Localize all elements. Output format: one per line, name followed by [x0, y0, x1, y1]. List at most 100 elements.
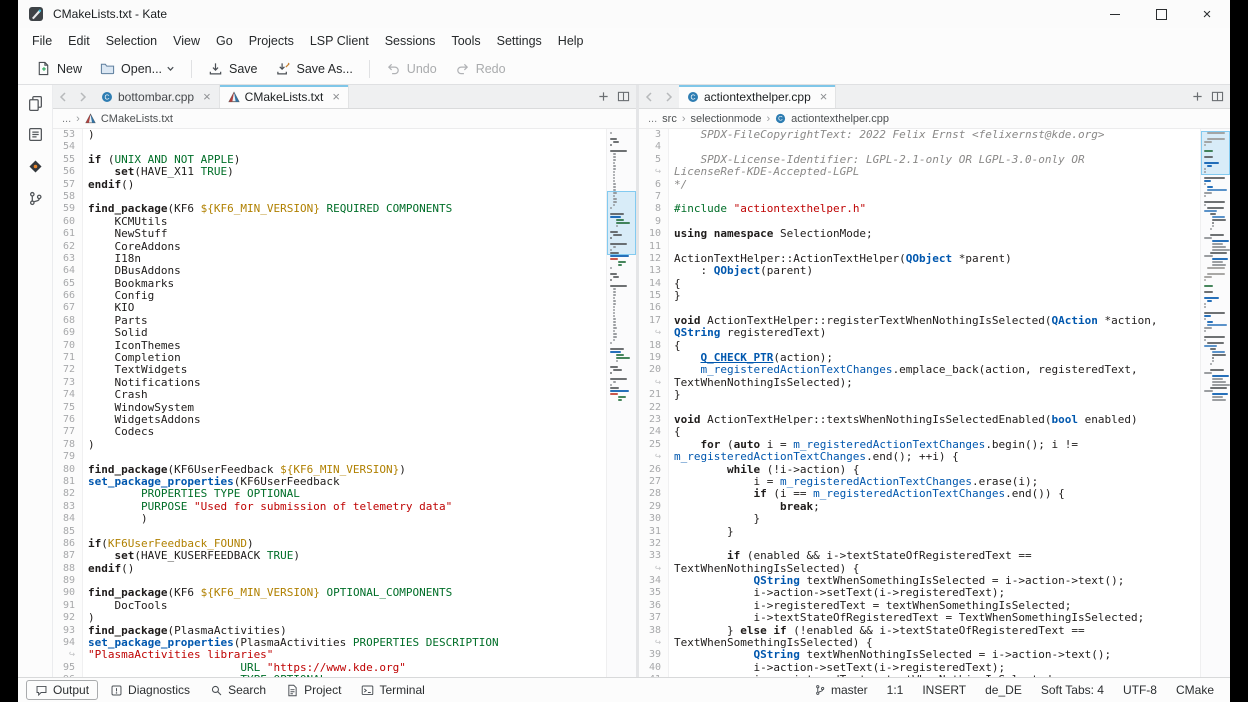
code-line[interactable]: 87 set(HAVE_KUSERFEEDBACK TRUE)	[53, 550, 606, 562]
minimap-line	[610, 378, 627, 380]
code-area-left[interactable]: 53)5455if (UNIX AND NOT APPLE)56 set(HAV…	[53, 129, 606, 677]
code-line[interactable]: 53)	[53, 129, 606, 141]
history-back-icon[interactable]	[639, 85, 659, 108]
menu-selection[interactable]: Selection	[98, 31, 165, 51]
code-line[interactable]: 21}	[639, 389, 1200, 401]
redo-button[interactable]: Redo	[447, 57, 514, 80]
code-line[interactable]: 77 Codecs	[53, 426, 606, 438]
menu-file[interactable]: File	[24, 31, 60, 51]
branch-tool-icon[interactable]	[27, 190, 44, 207]
code-line[interactable]: 13 : QObject(parent)	[639, 265, 1200, 277]
new-button[interactable]: New	[28, 57, 90, 80]
code-line[interactable]: ↪QString registeredText)	[639, 327, 1200, 339]
code-line[interactable]: 31 }	[639, 526, 1200, 538]
undo-button[interactable]: Undo	[378, 57, 445, 80]
editor-right[interactable]: 3 SPDX-FileCopyrightText: 2022 Felix Ern…	[639, 129, 1230, 677]
code-line[interactable]: 78)	[53, 439, 606, 451]
code-line[interactable]: 15}	[639, 290, 1200, 302]
history-forward-icon[interactable]	[659, 85, 679, 108]
code-line[interactable]: 91 DocTools	[53, 600, 606, 612]
code-line[interactable]: ↪TextWhenNothingIsSelected);	[639, 377, 1200, 389]
history-back-icon[interactable]	[53, 85, 73, 108]
terminal-toggle[interactable]: Terminal	[353, 681, 432, 699]
close-tab-icon[interactable]: ×	[332, 90, 340, 103]
minimap-line	[616, 222, 630, 224]
code-line[interactable]: ↪LicenseRef-KDE-Accepted-LGPL	[639, 166, 1200, 178]
minimap-line	[1212, 399, 1226, 401]
minimap-line	[613, 297, 615, 299]
code-line[interactable]: 96 TYPE OPTIONAL	[53, 674, 606, 677]
editor-left[interactable]: 53)5455if (UNIX AND NOT APPLE)56 set(HAV…	[53, 129, 636, 677]
menu-edit[interactable]: Edit	[60, 31, 98, 51]
save-as-button[interactable]: Save As...	[268, 57, 361, 80]
breadcrumb-ellipsis[interactable]: ...	[648, 113, 657, 125]
tab-actiontexthelper-cpp[interactable]: C actiontexthelper.cpp ×	[679, 85, 836, 108]
code-line[interactable]: 14{	[639, 278, 1200, 290]
menu-view[interactable]: View	[165, 31, 208, 51]
documents-icon[interactable]	[27, 95, 44, 112]
menu-tools[interactable]: Tools	[443, 31, 488, 51]
menu-projects[interactable]: Projects	[241, 31, 302, 51]
menu-sessions[interactable]: Sessions	[377, 31, 444, 51]
minimap-line	[610, 210, 634, 212]
code-line[interactable]: 3 SPDX-FileCopyrightText: 2022 Felix Ern…	[639, 129, 1200, 141]
git-icon[interactable]	[26, 157, 45, 176]
close-button[interactable]: ×	[1184, 0, 1230, 28]
code-line[interactable]: 8#include "actiontexthelper.h"	[639, 203, 1200, 215]
code-line[interactable]: 88endif()	[53, 563, 606, 575]
search-toggle[interactable]: Search	[202, 681, 274, 699]
diagnostics-toggle[interactable]: Diagnostics	[102, 681, 198, 699]
breadcrumb-folder[interactable]: src	[662, 113, 677, 125]
close-tab-icon[interactable]: ×	[203, 90, 211, 103]
split-view-icon[interactable]	[617, 91, 630, 102]
line-number: 78	[53, 439, 83, 451]
breadcrumb-file[interactable]: CMakeLists.txt	[101, 113, 173, 125]
output-toggle[interactable]: Output	[26, 680, 98, 700]
minimize-button[interactable]	[1092, 0, 1138, 28]
breadcrumb-folder[interactable]: selectionmode	[691, 113, 762, 125]
highlight-mode[interactable]: CMake	[1176, 683, 1214, 697]
tab-bottombar-cpp[interactable]: C bottombar.cpp ×	[93, 85, 220, 108]
menu-go[interactable]: Go	[208, 31, 241, 51]
maximize-button[interactable]	[1138, 0, 1184, 28]
tab-cmakelists-txt[interactable]: CMakeLists.txt ×	[220, 85, 349, 108]
code-area-right[interactable]: 3 SPDX-FileCopyrightText: 2022 Felix Ern…	[639, 129, 1200, 677]
dictionary[interactable]: de_DE	[985, 683, 1022, 697]
menu-help[interactable]: Help	[550, 31, 592, 51]
new-tab-icon[interactable]	[598, 91, 609, 102]
code-line[interactable]: 57endif()	[53, 179, 606, 191]
breadcrumb-file[interactable]: actiontexthelper.cpp	[791, 113, 889, 125]
new-tab-icon[interactable]	[1192, 91, 1203, 102]
tab-mode[interactable]: Soft Tabs: 4	[1041, 683, 1104, 697]
encoding[interactable]: UTF-8	[1123, 683, 1157, 697]
code-line[interactable]: 84 )	[53, 513, 606, 525]
code-text: }	[669, 389, 681, 401]
minimap-left[interactable]	[606, 129, 636, 677]
split-view-icon[interactable]	[1211, 91, 1224, 102]
breadcrumb-ellipsis[interactable]: ...	[62, 113, 71, 125]
project-toggle[interactable]: Project	[278, 681, 349, 699]
code-line[interactable]: 56 set(HAVE_X11 TRUE)	[53, 166, 606, 178]
history-forward-icon[interactable]	[73, 85, 93, 108]
code-line[interactable]: 6*/	[639, 179, 1200, 191]
minimap-right[interactable]	[1200, 129, 1230, 677]
minimap-line	[610, 258, 618, 260]
minimap-line	[1212, 261, 1223, 263]
save-button[interactable]: Save	[200, 57, 266, 80]
input-mode[interactable]: INSERT	[922, 683, 966, 697]
tabbar-actions	[1186, 85, 1230, 108]
open-button[interactable]: Open...	[92, 57, 183, 80]
cursor-position[interactable]: 1:1	[887, 683, 904, 697]
code-line[interactable]: 10using namespace SelectionMode;	[639, 228, 1200, 240]
menu-settings[interactable]: Settings	[489, 31, 550, 51]
menu-lsp-client[interactable]: LSP Client	[302, 31, 377, 51]
git-branch-status[interactable]: master	[814, 683, 868, 697]
symbols-outline-icon[interactable]	[27, 126, 44, 143]
minimap-line	[1204, 168, 1206, 170]
close-tab-icon[interactable]: ×	[820, 90, 828, 103]
split-view: C bottombar.cpp × CMakeLists.txt ×	[53, 85, 1230, 677]
code-line[interactable]: 41 i->registeredText = textWhenNothingIs…	[639, 674, 1200, 677]
code-line[interactable]: 23void ActionTextHelper::textsWhenNothin…	[639, 414, 1200, 426]
line-number: 33	[639, 550, 669, 562]
code-line[interactable]: 66 Config	[53, 290, 606, 302]
